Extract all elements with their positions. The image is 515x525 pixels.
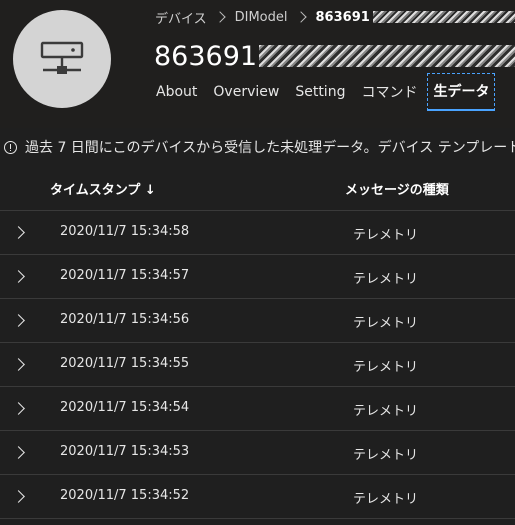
column-header-timestamp[interactable]: タイムスタンプ ↓	[50, 179, 156, 198]
message-type-cell: テレメトリ	[353, 448, 419, 463]
chevron-right-icon[interactable]	[10, 443, 30, 463]
message-type-cell: テレメトリ	[353, 492, 419, 507]
message-type-cell: テレメトリ	[353, 228, 419, 243]
chevron-right-icon[interactable]	[10, 399, 30, 419]
device-network-icon	[40, 41, 84, 74]
info-banner: 過去 7 日間にこのデバイスから受信した未処理データ。デバイス テンプレート	[0, 129, 515, 165]
table-row: 2020/11/7 15:34:54 テレメトリ	[0, 387, 515, 431]
timestamp-cell: 2020/11/7 15:34:53	[60, 444, 190, 459]
timestamp-cell: 2020/11/7 15:34:52	[60, 488, 190, 503]
timestamp-cell: 2020/11/7 15:34:55	[60, 356, 190, 371]
tab-overview[interactable]: Overview	[207, 73, 285, 111]
data-table-body: 2020/11/7 15:34:58 テレメトリ 2020/11/7 15:34…	[0, 211, 515, 519]
tab-bar: About Overview Setting コマンド 生データ	[150, 73, 499, 111]
message-type-cell: テレメトリ	[353, 272, 419, 287]
message-type-cell: テレメトリ	[353, 360, 419, 375]
message-type-cell: テレメトリ	[353, 404, 419, 419]
tab-about[interactable]: About	[150, 73, 203, 111]
breadcrumb: デバイス DIModel 863691	[155, 8, 515, 27]
tab-setting[interactable]: Setting	[289, 73, 351, 111]
timestamp-cell: 2020/11/7 15:34:58	[60, 224, 190, 239]
table-row: 2020/11/7 15:34:52 テレメトリ	[0, 475, 515, 519]
redacted-text	[259, 45, 515, 67]
chevron-right-icon[interactable]	[10, 267, 30, 287]
chevron-right-icon	[294, 11, 307, 23]
table-row: 2020/11/7 15:34:56 テレメトリ	[0, 299, 515, 343]
info-icon	[4, 140, 17, 154]
chevron-right-icon[interactable]	[10, 487, 30, 507]
timestamp-cell: 2020/11/7 15:34:54	[60, 400, 190, 415]
breadcrumb-model[interactable]: DIModel	[235, 10, 288, 25]
redacted-text	[372, 11, 515, 23]
chevron-right-icon[interactable]	[10, 355, 30, 375]
chevron-right-icon	[213, 11, 226, 23]
timestamp-cell: 2020/11/7 15:34:57	[60, 268, 190, 283]
page-title: 863691	[154, 38, 515, 74]
message-type-cell: テレメトリ	[353, 316, 419, 331]
device-id: 863691	[154, 40, 258, 72]
breadcrumb-current: 863691	[315, 9, 370, 25]
tab-commands[interactable]: コマンド	[355, 73, 423, 111]
device-avatar	[13, 10, 111, 108]
device-header: デバイス DIModel 863691 863691 About Overvie…	[0, 0, 515, 128]
info-text: 過去 7 日間にこのデバイスから受信した未処理データ。デバイス テンプレート	[25, 140, 515, 156]
table-row: 2020/11/7 15:34:57 テレメトリ	[0, 255, 515, 299]
table-row: 2020/11/7 15:34:58 テレメトリ	[0, 211, 515, 255]
table-row: 2020/11/7 15:34:53 テレメトリ	[0, 431, 515, 475]
table-row: 2020/11/7 15:34:55 テレメトリ	[0, 343, 515, 387]
timestamp-cell: 2020/11/7 15:34:56	[60, 312, 190, 327]
tab-raw-data[interactable]: 生データ	[427, 73, 496, 111]
table-header: タイムスタンプ ↓ メッセージの種類	[0, 166, 515, 211]
chevron-right-icon[interactable]	[10, 223, 30, 243]
breadcrumb-devices[interactable]: デバイス	[155, 8, 207, 27]
chevron-right-icon[interactable]	[10, 311, 30, 331]
column-header-message-type: メッセージの種類	[345, 183, 449, 198]
